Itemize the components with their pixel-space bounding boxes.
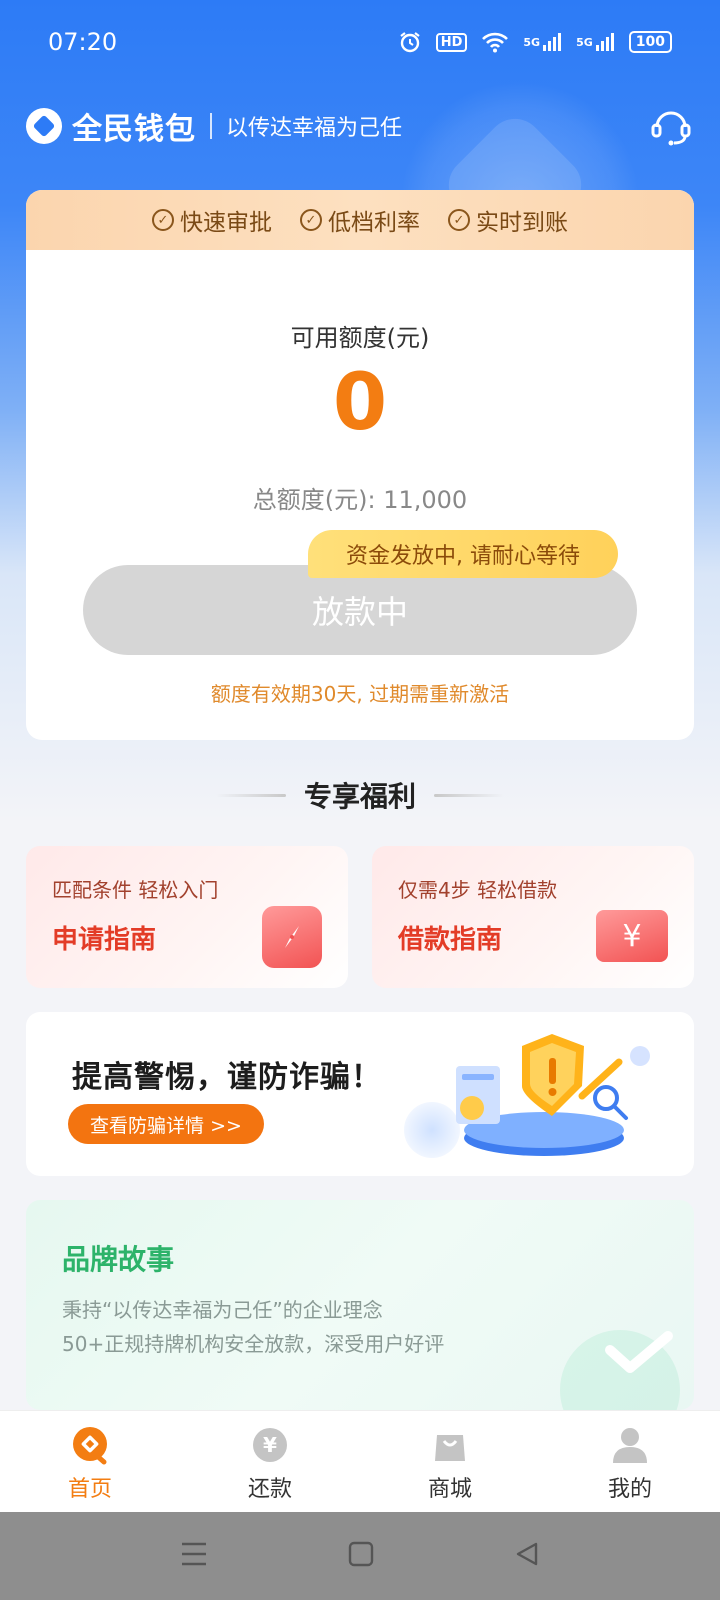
total-credit-line: 总额度(元): 11,000: [252, 486, 468, 514]
loan-status-button[interactable]: 放款中: [83, 565, 637, 655]
nav-label: 还款: [247, 1477, 292, 1502]
brand-story-line: 秉持“以传达幸福为己任”的企业理念: [62, 1298, 383, 1322]
app-logo-icon: [26, 108, 62, 144]
nav-item-profile[interactable]: 我的: [540, 1411, 720, 1512]
hd-icon: HD: [435, 32, 468, 52]
wifi-icon: [481, 31, 509, 53]
alarm-icon: [398, 30, 422, 54]
anti-fraud-title: 提高警惕，谨防诈骗！: [72, 1060, 382, 1095]
available-credit-label: 可用额度(元): [290, 324, 430, 352]
nav-item-home[interactable]: 首页: [0, 1411, 180, 1512]
app-slogan: 以传达幸福为己任: [226, 116, 403, 141]
brand-story-card[interactable]: 品牌故事 秉持“以传达幸福为己任”的企业理念 50+正规持牌机构安全放款，深受用…: [26, 1200, 694, 1410]
customer-service-icon[interactable]: [648, 103, 694, 149]
repay-icon: ¥: [250, 1425, 290, 1465]
checkmark-icon: [605, 1331, 673, 1373]
bottom-nav: 首页 ¥ 还款 商城 我的: [0, 1410, 720, 1512]
check-circle-icon: ✓: [152, 209, 174, 231]
system-nav-bar: [0, 1512, 720, 1600]
section-title: 专享福利: [0, 775, 720, 815]
check-circle-icon: ✓: [448, 209, 470, 231]
application-guide-card[interactable]: 匹配条件 轻松入门 申请指南: [26, 846, 348, 988]
feature-item: ✓ 快速审批: [152, 203, 272, 237]
compass-icon: [262, 906, 322, 968]
app-header: 全民钱包 以传达幸福为己任: [26, 100, 694, 152]
menu-icon[interactable]: [180, 1541, 208, 1571]
nav-item-shop[interactable]: 商城: [360, 1411, 540, 1512]
brand-story-title: 品牌故事: [62, 1243, 175, 1276]
credit-card-panel: ✓ 快速审批 ✓ 低档利率 ✓ 实时到账 可用额度(元) 0 总额度(元): 11,0…: [26, 190, 694, 740]
feature-band: ✓ 快速审批 ✓ 低档利率 ✓ 实时到账: [26, 190, 694, 250]
anti-fraud-details-button[interactable]: 查看防骗详情 >>: [68, 1104, 264, 1144]
profile-icon: [610, 1425, 650, 1465]
app-name: 全民钱包: [72, 112, 196, 147]
status-icons: HD 5G 5G 100: [398, 30, 672, 54]
nav-item-repay[interactable]: ¥ 还款: [180, 1411, 360, 1512]
validity-note: 额度有效期30天, 过期需重新激活: [210, 682, 510, 706]
battery-icon: 100: [628, 31, 672, 53]
benefit-subtitle: 匹配条件 轻松入门: [52, 878, 219, 902]
home-square-icon[interactable]: [348, 1541, 374, 1571]
shop-bag-icon: [430, 1425, 470, 1465]
feature-item: ✓ 实时到账: [448, 203, 568, 237]
signal-icon-1: 5G: [523, 32, 562, 52]
yen-ticket-icon: ¥: [596, 910, 668, 962]
status-time: 07:20: [48, 28, 118, 56]
nav-label: 首页: [67, 1477, 112, 1502]
svg-text:¥: ¥: [263, 1433, 277, 1457]
divider-line: [215, 793, 286, 797]
anti-fraud-banner[interactable]: 提高警惕，谨防诈骗！ 查看防骗详情 >>: [26, 1012, 694, 1176]
nav-label: 我的: [607, 1477, 652, 1502]
check-circle-icon: ✓: [300, 209, 322, 231]
header-divider: [210, 113, 212, 139]
home-icon: [70, 1425, 110, 1465]
disbursement-tooltip: 资金发放中, 请耐心等待: [308, 530, 618, 578]
brand-story-line: 50+正规持牌机构安全放款，深受用户好评: [62, 1332, 445, 1356]
shield-warning-illustration: [456, 1034, 650, 1156]
benefit-subtitle: 仅需4步 轻松借款: [398, 878, 558, 902]
feature-item: ✓ 低档利率: [300, 203, 420, 237]
loan-guide-card[interactable]: 仅需4步 轻松借款 借款指南 ¥: [372, 846, 694, 988]
back-triangle-icon[interactable]: [514, 1541, 540, 1571]
signal-icon-2: 5G: [576, 32, 615, 52]
nav-label: 商城: [427, 1477, 472, 1502]
divider-line: [434, 793, 504, 797]
status-bar: 07:20 HD 5G 5G 100: [0, 0, 720, 84]
available-credit-amount: 0: [332, 358, 388, 448]
